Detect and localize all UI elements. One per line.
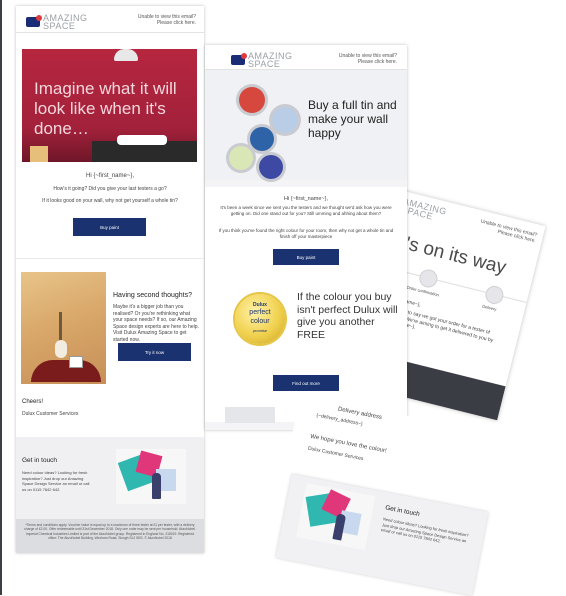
body-paragraph-1: It's been a week since we sent you the t… (220, 205, 392, 216)
get-in-touch-body: Need colour ideas? Looking for fresh ins… (22, 470, 90, 492)
view-in-browser-link[interactable]: Unable to view this email? Please click … (126, 14, 196, 26)
buy-paint-button[interactable]: Buy paint (273, 249, 339, 265)
seal-line-4: promise (252, 328, 268, 333)
greeting: Hi {~first_name~}, (85, 173, 135, 179)
person-figure (152, 473, 161, 499)
dulux-badge-icon (26, 15, 42, 27)
divider (16, 258, 204, 259)
perfect-colour-promise-badge: Dulux perfect colour promise (235, 294, 285, 344)
paint-tin-green (229, 146, 253, 170)
email-header: AMAZING SPACE Unable to view this email?… (16, 6, 204, 33)
vase-shape (55, 340, 67, 358)
hero-headline: Imagine what it will look like when it's… (34, 79, 177, 138)
email-preview-left: AMAZING SPACE Unable to view this email?… (16, 6, 204, 553)
view-in-browser-link[interactable]: Unable to view this email? Please click … (471, 217, 538, 245)
email-header: AMAZING SPACE Unable to view this email?… (205, 45, 407, 70)
greeting: Hi {~first_name~}, (283, 196, 329, 202)
body-line-2: If it looks good on your wall, why not g… (42, 198, 178, 204)
email-preview-middle: AMAZING SPACE Unable to view this email?… (205, 45, 407, 430)
window-edge (0, 0, 2, 595)
seal-line-3: colour (250, 318, 270, 325)
table-shape (31, 360, 101, 382)
signoff: Cheers! (22, 399, 44, 405)
paint-tin-light-blue (272, 107, 298, 133)
get-in-touch-title: Get in touch (22, 457, 58, 464)
dulux-logo: AMAZING SPACE (231, 51, 293, 69)
hero-image: Imagine what it will look like when it's… (22, 49, 197, 162)
brand-name: AMAZING SPACE (248, 51, 293, 69)
promise-text: If the colour you buy isn't perfect Dulu… (297, 291, 398, 341)
paint-tin-red (239, 87, 265, 113)
try-it-now-button[interactable]: Try it now (118, 343, 191, 361)
photo-frame-shape (69, 356, 83, 368)
dulux-logo: AMAZING SPACE (26, 13, 88, 31)
room-photo (21, 272, 106, 384)
signature: Dulux Customer Services (22, 411, 79, 417)
plant-stem-shape (59, 312, 62, 342)
second-thoughts-title: Having second thoughts? (113, 292, 192, 299)
seal-line-2: perfect (249, 309, 271, 316)
dulux-badge-icon (231, 53, 247, 65)
seal-brand: Dulux (253, 302, 267, 308)
second-thoughts-body: Maybe it's a bigger job than you realise… (113, 304, 199, 343)
legal-footer: *Terms and conditions apply. Voucher val… (16, 519, 204, 553)
paint-tin-blue (250, 127, 274, 151)
find-out-more-button[interactable]: Find out more (273, 375, 339, 391)
step-3-label: Delivery (481, 303, 498, 312)
step-1-label: Order confirmation (406, 284, 440, 298)
buy-paint-button[interactable]: Buy paint (73, 218, 146, 236)
decorator-illustration (116, 449, 186, 504)
lamp-shape (114, 49, 138, 61)
step-3-icon (483, 284, 506, 306)
contact-footer: Get in touch Need colour ideas? Looking … (16, 437, 204, 519)
paint-tin-indigo (259, 155, 283, 179)
books-shape (30, 146, 48, 162)
thumbnail-1 (225, 407, 275, 423)
brand-name: AMAZING SPACE (43, 13, 88, 31)
get-in-touch-title: Get in touch (384, 504, 421, 519)
body-paragraph-2: If you think you've found the right colo… (218, 228, 394, 239)
step-1-icon (417, 267, 440, 290)
headline: Buy a full tin and make your wall happy (308, 98, 397, 140)
get-in-touch-body: Need colour ideas? Looking for fresh ins… (380, 516, 469, 544)
body-line-1: How's it going? Did you give your last t… (53, 186, 167, 192)
decorator-illustration (296, 482, 376, 551)
view-in-browser-link[interactable]: Unable to view this email? Please click … (325, 53, 397, 65)
